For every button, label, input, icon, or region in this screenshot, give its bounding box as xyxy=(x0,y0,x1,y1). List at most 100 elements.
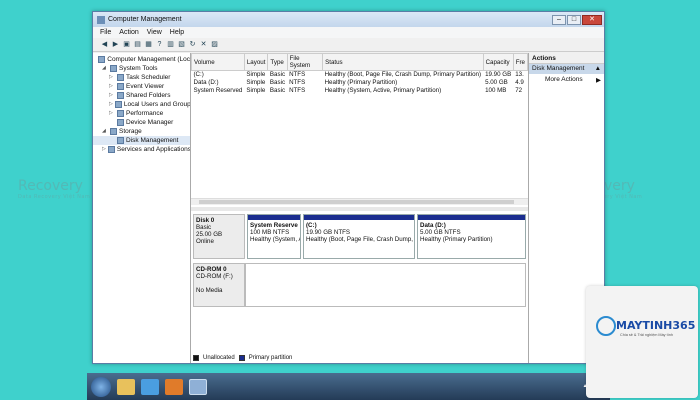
back-icon[interactable]: ◀ xyxy=(100,40,109,49)
tree-item[interactable]: ▷ Event Viewer xyxy=(93,82,190,91)
disk-map: Unallocated Primary partition Disk 0 Basi… xyxy=(191,211,528,363)
disk-label[interactable]: Disk 0 Basic 25.00 GB Online xyxy=(193,214,245,259)
more-actions[interactable]: More Actions ▶ xyxy=(529,74,604,86)
expand-icon[interactable]: ▷ xyxy=(102,145,106,154)
table-cell: Simple xyxy=(246,79,266,86)
table-cell: 19.90 GB xyxy=(485,71,512,79)
horizontal-scrollbar[interactable] xyxy=(191,198,528,205)
expand-icon[interactable]: ▷ xyxy=(109,82,115,91)
table-row[interactable]: (C:) Simple Basic NTFS Healthy (Boot, Page F… xyxy=(192,71,528,79)
partition-title: (C:) xyxy=(306,222,317,229)
menu-view[interactable]: View xyxy=(147,29,162,36)
table-cell: 5.00 GB xyxy=(485,79,508,86)
menu-help[interactable]: Help xyxy=(170,29,184,36)
minimize-button[interactable]: – xyxy=(552,14,566,25)
menu-file[interactable]: File xyxy=(100,29,111,36)
tree-item-label: Computer Management (Loc xyxy=(107,56,190,63)
column-header[interactable]: Volume xyxy=(191,53,245,71)
column-header[interactable]: Type xyxy=(267,53,288,71)
unallocated-swatch xyxy=(193,355,199,361)
tree-item-label: Disk Management xyxy=(126,137,179,144)
table-row[interactable]: System Reserved Simple Basic NTFS Healthy (S… xyxy=(192,87,528,95)
column-header[interactable]: Capacity xyxy=(482,53,514,71)
table-row[interactable]: Data (D:) Simple Basic NTFS Healthy (Primary… xyxy=(192,79,528,87)
node-icon xyxy=(117,92,124,99)
maximize-button[interactable]: □ xyxy=(567,14,581,25)
tree-item-label: Device Manager xyxy=(126,119,174,126)
legend: Unallocated Primary partition xyxy=(193,355,292,361)
node-icon xyxy=(117,119,124,126)
disk-name: Disk 0 xyxy=(196,217,215,224)
toolbar: ◀ ▶ ▣ ▤ ▦ ? ▥ ▧ ↻ ✕ ▨ xyxy=(93,38,604,52)
settings-icon[interactable]: ▨ xyxy=(210,40,219,49)
disk-label[interactable]: CD-ROM 0 CD-ROM (F:) No Media xyxy=(193,263,245,307)
disk-row[interactable]: Disk 0 Basic 25.00 GB Online System Reserve 1… xyxy=(193,214,526,259)
disk-name: CD-ROM 0 xyxy=(196,266,227,273)
refresh-icon[interactable]: ↻ xyxy=(188,40,197,49)
disk-info: Basic xyxy=(196,224,212,231)
actions-disk-management[interactable]: Disk Management ▲ xyxy=(529,64,604,74)
tree-item[interactable]: ▷ Services and Applications xyxy=(93,145,190,154)
properties-icon[interactable]: ▦ xyxy=(144,40,153,49)
node-icon xyxy=(117,137,124,144)
column-header[interactable]: File System xyxy=(286,53,324,71)
actions-header: Actions xyxy=(529,53,604,64)
tree-item-label: Services and Applications xyxy=(116,146,190,153)
node-icon xyxy=(98,56,106,63)
tree-item[interactable]: ▷ Local Users and Group xyxy=(93,100,190,109)
partition[interactable]: Data (D:) 5.00 GB NTFS Healthy (Primary Pa… xyxy=(417,214,526,259)
tree-item[interactable]: Device Manager xyxy=(93,118,190,127)
volume-list: Volume Layout Type File System Status Capacit… xyxy=(191,53,529,211)
node-icon xyxy=(117,110,124,117)
disk-info: CD-ROM (F:) xyxy=(196,273,233,280)
tree-item[interactable]: ▷ Shared Folders xyxy=(93,91,190,100)
column-header[interactable]: Layout xyxy=(243,53,269,71)
close-button[interactable]: ✕ xyxy=(582,14,602,25)
table-cell: Healthy (System, Active, Primary Partiti… xyxy=(324,87,442,94)
collapse-icon[interactable]: ▲ xyxy=(595,65,601,73)
node-icon xyxy=(114,101,122,108)
computer-management-task[interactable] xyxy=(189,378,207,395)
menu-action[interactable]: Action xyxy=(119,29,138,36)
table-cell: Simple xyxy=(246,71,266,79)
table-cell: Data (D:) xyxy=(193,79,219,86)
explorer-icon[interactable] xyxy=(117,378,135,395)
disk-row[interactable]: CD-ROM 0 CD-ROM (F:) No Media xyxy=(193,263,526,307)
partition[interactable]: (C:) 19.90 GB NTFS Healthy (Boot, Page Fil… xyxy=(303,214,415,259)
show-tree-icon[interactable]: ▤ xyxy=(133,40,142,49)
table-cell: Basic xyxy=(269,79,286,86)
tree-item-label: Shared Folders xyxy=(126,92,171,99)
forward-icon[interactable]: ▶ xyxy=(111,40,120,49)
partition[interactable]: System Reserve 100 MB NTFS Healthy (System… xyxy=(247,214,301,259)
help-icon[interactable]: ? xyxy=(155,40,164,49)
title-bar[interactable]: Computer Management – □ ✕ xyxy=(93,12,604,27)
computer-management-window: Computer Management – □ ✕ File Action Vi… xyxy=(92,11,605,364)
tree-item[interactable]: ▷ Task Scheduler xyxy=(93,73,190,82)
primary-swatch xyxy=(238,355,245,361)
expand-icon[interactable]: ▷ xyxy=(109,91,115,100)
expand-icon[interactable]: ▷ xyxy=(109,109,115,118)
tree-item[interactable]: ◢ System Tools xyxy=(93,64,190,73)
legend-unallocated: Unallocated xyxy=(203,355,235,361)
tree-item[interactable]: ◢ Storage xyxy=(93,127,190,136)
column-header[interactable]: Status xyxy=(322,53,484,71)
ie-icon[interactable] xyxy=(141,378,159,395)
expand-icon[interactable]: ◢ xyxy=(102,127,108,136)
partition-size: 100 MB NTFS xyxy=(250,229,290,236)
tree-item[interactable]: ▷ Performance xyxy=(93,109,190,118)
delete-icon[interactable]: ✕ xyxy=(199,40,208,49)
tree-item[interactable]: Disk Management xyxy=(93,136,190,145)
start-button[interactable] xyxy=(91,376,111,397)
tool-icon[interactable]: ▥ xyxy=(166,40,175,49)
table-cell: 72 xyxy=(515,87,523,94)
expand-icon[interactable]: ▷ xyxy=(109,73,115,82)
legend-primary: Primary partition xyxy=(248,355,293,361)
up-icon[interactable]: ▣ xyxy=(122,40,131,49)
brand-logo: MAYTINH365 Chia sẻ & Trải nghiệm Máy tín… xyxy=(586,286,698,398)
open-icon[interactable]: ▧ xyxy=(177,40,186,49)
tree-item[interactable]: Computer Management (Loc xyxy=(93,55,190,64)
column-header[interactable]: Fre xyxy=(512,53,529,71)
expand-icon[interactable]: ◢ xyxy=(102,64,108,73)
expand-icon[interactable]: ▷ xyxy=(109,100,113,109)
media-player-icon[interactable] xyxy=(165,378,183,395)
